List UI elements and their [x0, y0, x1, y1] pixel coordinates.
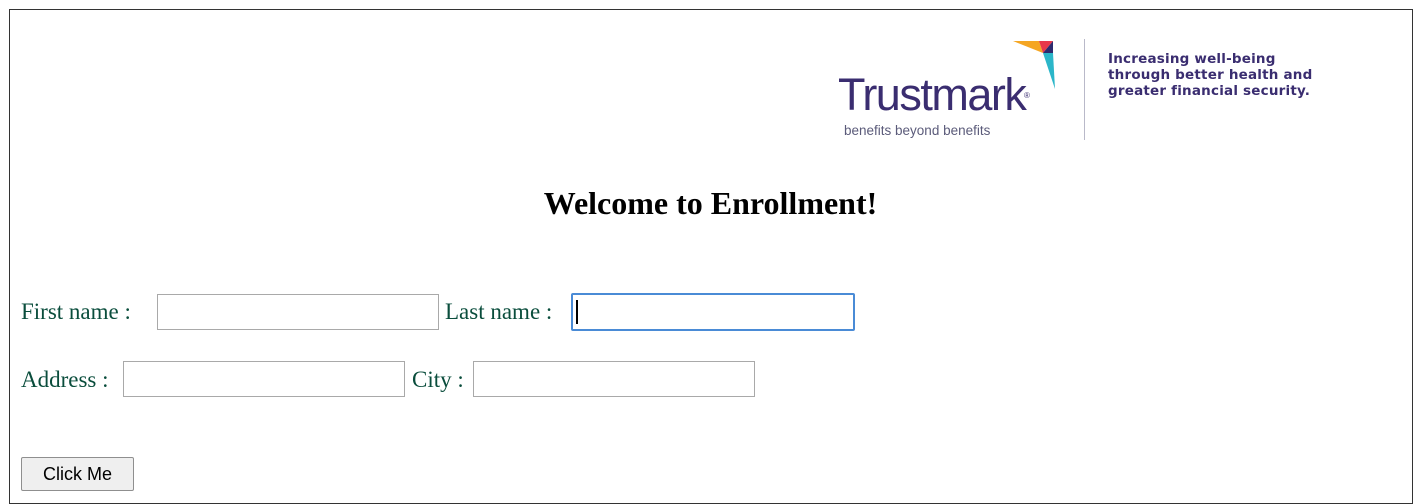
first-name-field[interactable]: [157, 294, 439, 330]
trustmark-logo: Trustmark ® benefits beyond benefits Inc…: [838, 39, 1318, 149]
address-field[interactable]: [123, 361, 405, 397]
logo-wordmark: Trustmark: [838, 69, 1027, 120]
last-name-field[interactable]: [571, 293, 855, 331]
logo-trademark: ®: [1024, 91, 1030, 100]
logo-claim-line: greater financial security.: [1108, 83, 1311, 99]
logo-claim: Increasing well-being through better hea…: [1108, 51, 1348, 99]
logo-claim-line: Increasing well-being: [1108, 51, 1276, 67]
address-label: Address :: [21, 367, 109, 392]
logo-tagline: benefits beyond benefits: [844, 123, 991, 138]
last-name-label: Last name :: [445, 299, 553, 324]
page-title: Welcome to Enrollment!: [543, 185, 878, 221]
city-field[interactable]: [473, 361, 755, 397]
logo-divider: [1084, 39, 1085, 140]
city-label: City :: [412, 367, 464, 392]
text-caret: [576, 300, 578, 324]
click-me-button[interactable]: Click Me: [21, 457, 134, 491]
first-name-label: First name :: [21, 299, 131, 324]
logo-claim-line: through better health and: [1108, 67, 1313, 83]
